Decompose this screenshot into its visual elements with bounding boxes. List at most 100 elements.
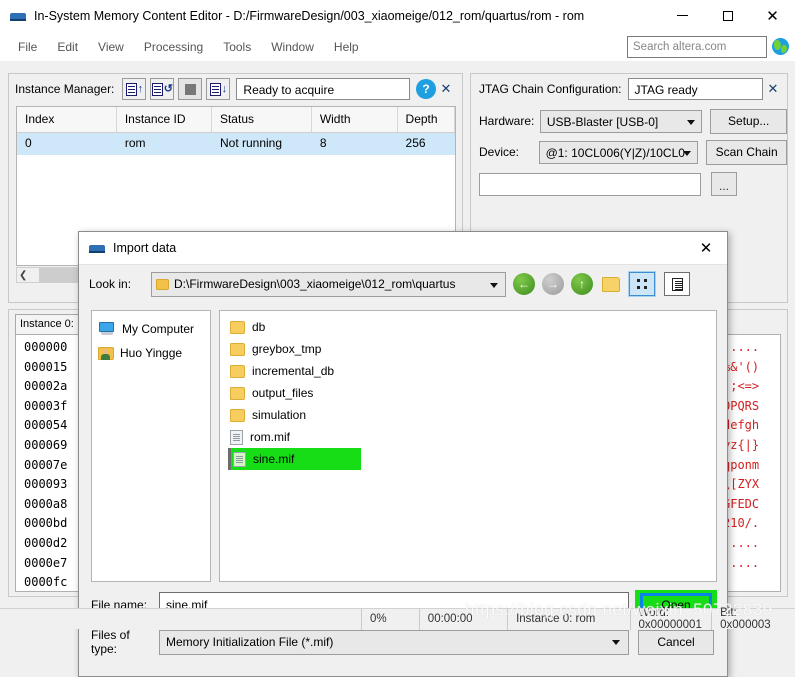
look-in-select[interactable]: D:\FirmwareDesign\003_xiaomeige\012_rom\… [151, 271, 506, 297]
scroll-left-icon[interactable]: ❮ [19, 270, 27, 281]
up-one-level-icon[interactable]: ↑ [571, 273, 593, 295]
close-button[interactable]: ✕ [750, 0, 795, 32]
device-label: Device: [479, 145, 520, 159]
cancel-button[interactable]: Cancel [638, 629, 714, 655]
table-row[interactable]: 0 rom Not running 8 256 [17, 133, 455, 155]
setup-button[interactable]: Setup... [710, 108, 788, 134]
status-spacer [0, 608, 362, 630]
menu-item-file[interactable]: File [8, 37, 47, 57]
close-jtag-panel-icon[interactable]: ✕ [763, 81, 783, 97]
column-header-width[interactable]: Width [312, 107, 398, 132]
forward-icon[interactable]: → [542, 273, 564, 295]
back-icon[interactable]: ← [513, 273, 535, 295]
minimize-button[interactable] [660, 0, 705, 32]
maximize-button[interactable] [705, 0, 750, 32]
ascii-line: defgh [723, 418, 760, 433]
jtag-file-input[interactable] [479, 172, 701, 196]
hardware-select[interactable]: USB-Blaster [USB-0] [539, 109, 703, 133]
folder-icon [230, 364, 245, 378]
menu-item-window[interactable]: Window [261, 37, 324, 57]
list-item[interactable]: output_files [228, 382, 716, 404]
column-header-instance-id[interactable]: Instance ID [117, 107, 212, 132]
address-line: 0000a8 [24, 496, 68, 511]
list-item-selected[interactable]: sine.mif [228, 448, 361, 470]
search-input[interactable]: Search altera.com [627, 35, 767, 58]
menu-item-processing[interactable]: Processing [134, 37, 213, 57]
ascii-line: %&'() [723, 359, 760, 374]
continuously-read-data-icon[interactable]: ↺ [150, 78, 175, 100]
address-line: 0000e7 [24, 555, 68, 570]
read-data-from-memory-icon[interactable]: ↑ [122, 78, 147, 100]
browse-button[interactable]: ... [711, 172, 737, 196]
status-bar: 0% 00:00:00 Instance 0: rom Word: 0x0000… [0, 607, 795, 631]
jtag-status: JTAG ready [627, 78, 763, 100]
cell-width: 8 [319, 136, 327, 150]
dialog-icon [89, 242, 105, 254]
device-row: Device: @1: 10CL006(Y|Z)/10CL0 Scan Chai… [471, 138, 788, 166]
status-progress: 0% [362, 608, 420, 630]
cell-index: 0 [25, 136, 32, 150]
instance-manager-label: Instance Manager: [15, 82, 115, 96]
files-of-type-select[interactable]: Memory Initialization File (*.mif) [159, 629, 629, 655]
hex-address-column: 000000 000015 00002a 00003f 000054 00006… [16, 335, 86, 591]
list-item[interactable]: incremental_db [228, 360, 716, 382]
address-line: 00007e [24, 457, 68, 472]
list-item[interactable]: simulation [228, 404, 716, 426]
dialog-title-bar: Import data ✕ [79, 232, 727, 265]
globe-icon[interactable] [772, 38, 789, 55]
hardware-row: Hardware: USB-Blaster [USB-0] Setup... [471, 107, 788, 135]
list-item[interactable]: db [228, 316, 716, 338]
new-folder-icon[interactable] [602, 276, 620, 292]
column-header-depth[interactable]: Depth [398, 107, 455, 132]
menu-bar: File Edit View Processing Tools Window H… [0, 32, 795, 61]
scan-chain-button[interactable]: Scan Chain [706, 139, 788, 165]
column-header-index[interactable]: Index [17, 107, 117, 132]
dialog-body: My Computer Huo Yingge db greybox_tmp in… [91, 310, 717, 582]
place-label: Huo Yingge [120, 346, 183, 360]
file-row: ... [471, 170, 787, 198]
file-list[interactable]: db greybox_tmp incremental_db output_fil… [219, 310, 717, 582]
computer-icon [98, 322, 116, 336]
status-instance: Instance 0: rom [508, 608, 631, 630]
address-line: 000093 [24, 477, 68, 492]
help-icon[interactable]: ? [416, 79, 436, 99]
menu-item-tools[interactable]: Tools [213, 37, 261, 57]
ascii-line: \[ZYX [723, 477, 760, 492]
place-item-my-computer[interactable]: My Computer [98, 317, 210, 341]
list-item[interactable]: greybox_tmp [228, 338, 716, 360]
look-in-path: D:\FirmwareDesign\003_xiaomeige\012_rom\… [174, 277, 456, 291]
address-line: 000000 [24, 340, 68, 354]
device-select[interactable]: @1: 10CL006(Y|Z)/10CL0 [538, 140, 699, 164]
look-in-label: Look in: [89, 277, 132, 291]
list-view-icon[interactable] [628, 271, 656, 297]
list-item[interactable]: rom.mif [228, 426, 716, 448]
menu-item-view[interactable]: View [88, 37, 134, 57]
ascii-line: :;<=> [723, 379, 760, 394]
file-name: greybox_tmp [252, 342, 322, 356]
instance-manager-header: Instance Manager: ↑ ↺ ↓ Ready to acquire… [9, 74, 462, 104]
ascii-line: GFEDC [723, 496, 760, 511]
menu-item-help[interactable]: Help [324, 37, 369, 57]
dialog-close-button[interactable]: ✕ [685, 232, 727, 265]
list-view-glyph [636, 278, 648, 290]
place-label: My Computer [122, 322, 195, 336]
jtag-header: JTAG Chain Configuration: JTAG ready ✕ [471, 74, 787, 104]
address-line: 00003f [24, 398, 68, 413]
place-item-huo-yingge[interactable]: Huo Yingge [98, 341, 210, 365]
menu-item-edit[interactable]: Edit [47, 37, 88, 57]
detail-view-icon[interactable] [664, 272, 690, 296]
file-icon [230, 429, 243, 445]
file-name: simulation [252, 408, 307, 422]
status-bit: Bit: 0x000003 [720, 607, 771, 631]
instance-tab-label: Instance 0: [15, 314, 87, 335]
ascii-line: ..... [723, 555, 760, 570]
column-header-status[interactable]: Status [212, 107, 312, 132]
address-line: 0000bd [24, 516, 68, 531]
ascii-line: yz{|} [723, 437, 760, 452]
write-data-to-memory-icon[interactable]: ↓ [206, 78, 231, 100]
close-instance-manager-icon[interactable]: ✕ [436, 81, 456, 97]
dialog-title: Import data [113, 241, 177, 255]
stop-acquisition-icon[interactable] [178, 78, 203, 100]
places-sidebar: My Computer Huo Yingge [91, 310, 211, 582]
file-icon [233, 451, 246, 467]
